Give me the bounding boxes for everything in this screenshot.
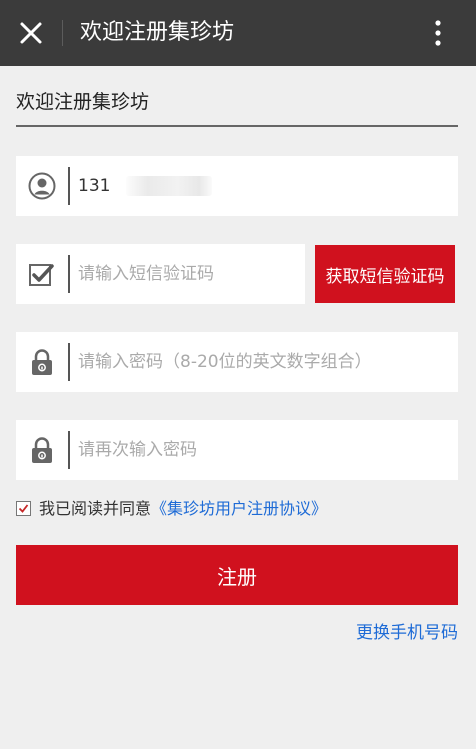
field-divider (68, 431, 70, 469)
register-button[interactable]: 注册 (16, 545, 458, 605)
sms-code-field (16, 244, 305, 304)
sms-code-input[interactable] (78, 256, 298, 292)
password-field (16, 332, 458, 392)
lock-icon (28, 436, 56, 464)
top-bar: 欢迎注册集珍坊 (0, 0, 476, 66)
field-divider (68, 167, 70, 205)
confirm-password-field (16, 420, 458, 480)
password-input[interactable] (78, 344, 448, 380)
field-divider (68, 343, 70, 381)
verify-check-icon (28, 260, 56, 288)
agreement-checkbox[interactable] (16, 501, 31, 516)
page-heading: 欢迎注册集珍坊 (16, 91, 150, 113)
close-icon[interactable] (16, 18, 46, 48)
change-phone-link[interactable]: 更换手机号码 (356, 620, 458, 646)
agreement-link[interactable]: 《集珍坊用户注册协议》 (151, 499, 327, 518)
agreement-text: 我已阅读并同意 (39, 499, 152, 518)
user-icon (28, 172, 56, 200)
more-menu-icon[interactable] (424, 18, 452, 48)
masked-phone-digits (126, 176, 212, 196)
confirm-password-input[interactable] (78, 432, 448, 468)
lock-icon (28, 348, 56, 376)
heading-underline (16, 125, 458, 127)
get-sms-code-button[interactable]: 获取短信验证码 (315, 245, 455, 303)
field-divider (68, 255, 70, 293)
phone-field (16, 156, 458, 216)
topbar-title: 欢迎注册集珍坊 (80, 20, 235, 45)
topbar-divider (62, 20, 63, 46)
agreement-row: 我已阅读并同意《集珍坊用户注册协议》 (16, 498, 327, 520)
